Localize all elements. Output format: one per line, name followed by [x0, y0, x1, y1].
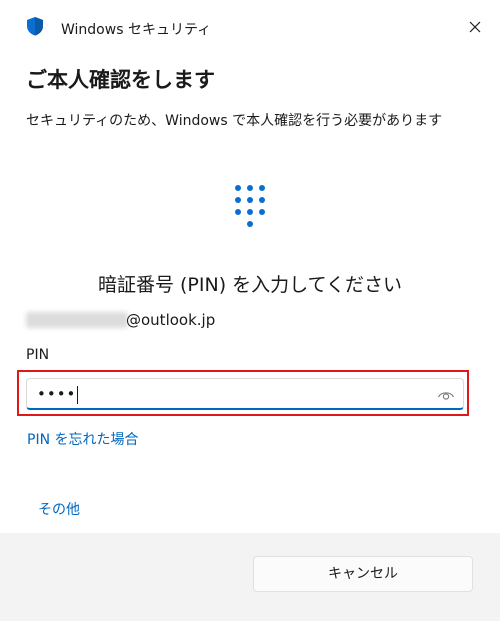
pin-field-label: PIN	[26, 347, 50, 363]
window-title: Windows セキュリティ	[61, 22, 212, 38]
other-options-link[interactable]: その他	[38, 499, 80, 519]
account-username-redacted	[26, 312, 128, 328]
forgot-pin-link[interactable]: PIN を忘れた場合	[27, 429, 139, 449]
dialog-description: セキュリティのため、Windows で本人確認を行う必要があります	[26, 113, 443, 129]
eye-icon[interactable]	[437, 387, 455, 401]
cancel-button[interactable]: キャンセル	[253, 556, 473, 592]
pin-prompt: 暗証番号 (PIN) を入力してください	[97, 274, 403, 296]
dialog-heading: ご本人確認をします	[26, 68, 215, 92]
shield-icon	[25, 16, 45, 36]
account-email-domain: @outlook.jp	[126, 311, 216, 329]
close-button[interactable]	[460, 12, 490, 42]
pin-input-value: ••••	[37, 385, 79, 404]
text-caret	[77, 385, 79, 404]
close-icon	[469, 21, 481, 33]
title-bar: Windows セキュリティ	[0, 0, 500, 52]
keypad-icon	[230, 184, 270, 234]
pin-input[interactable]: ••••	[26, 378, 464, 410]
